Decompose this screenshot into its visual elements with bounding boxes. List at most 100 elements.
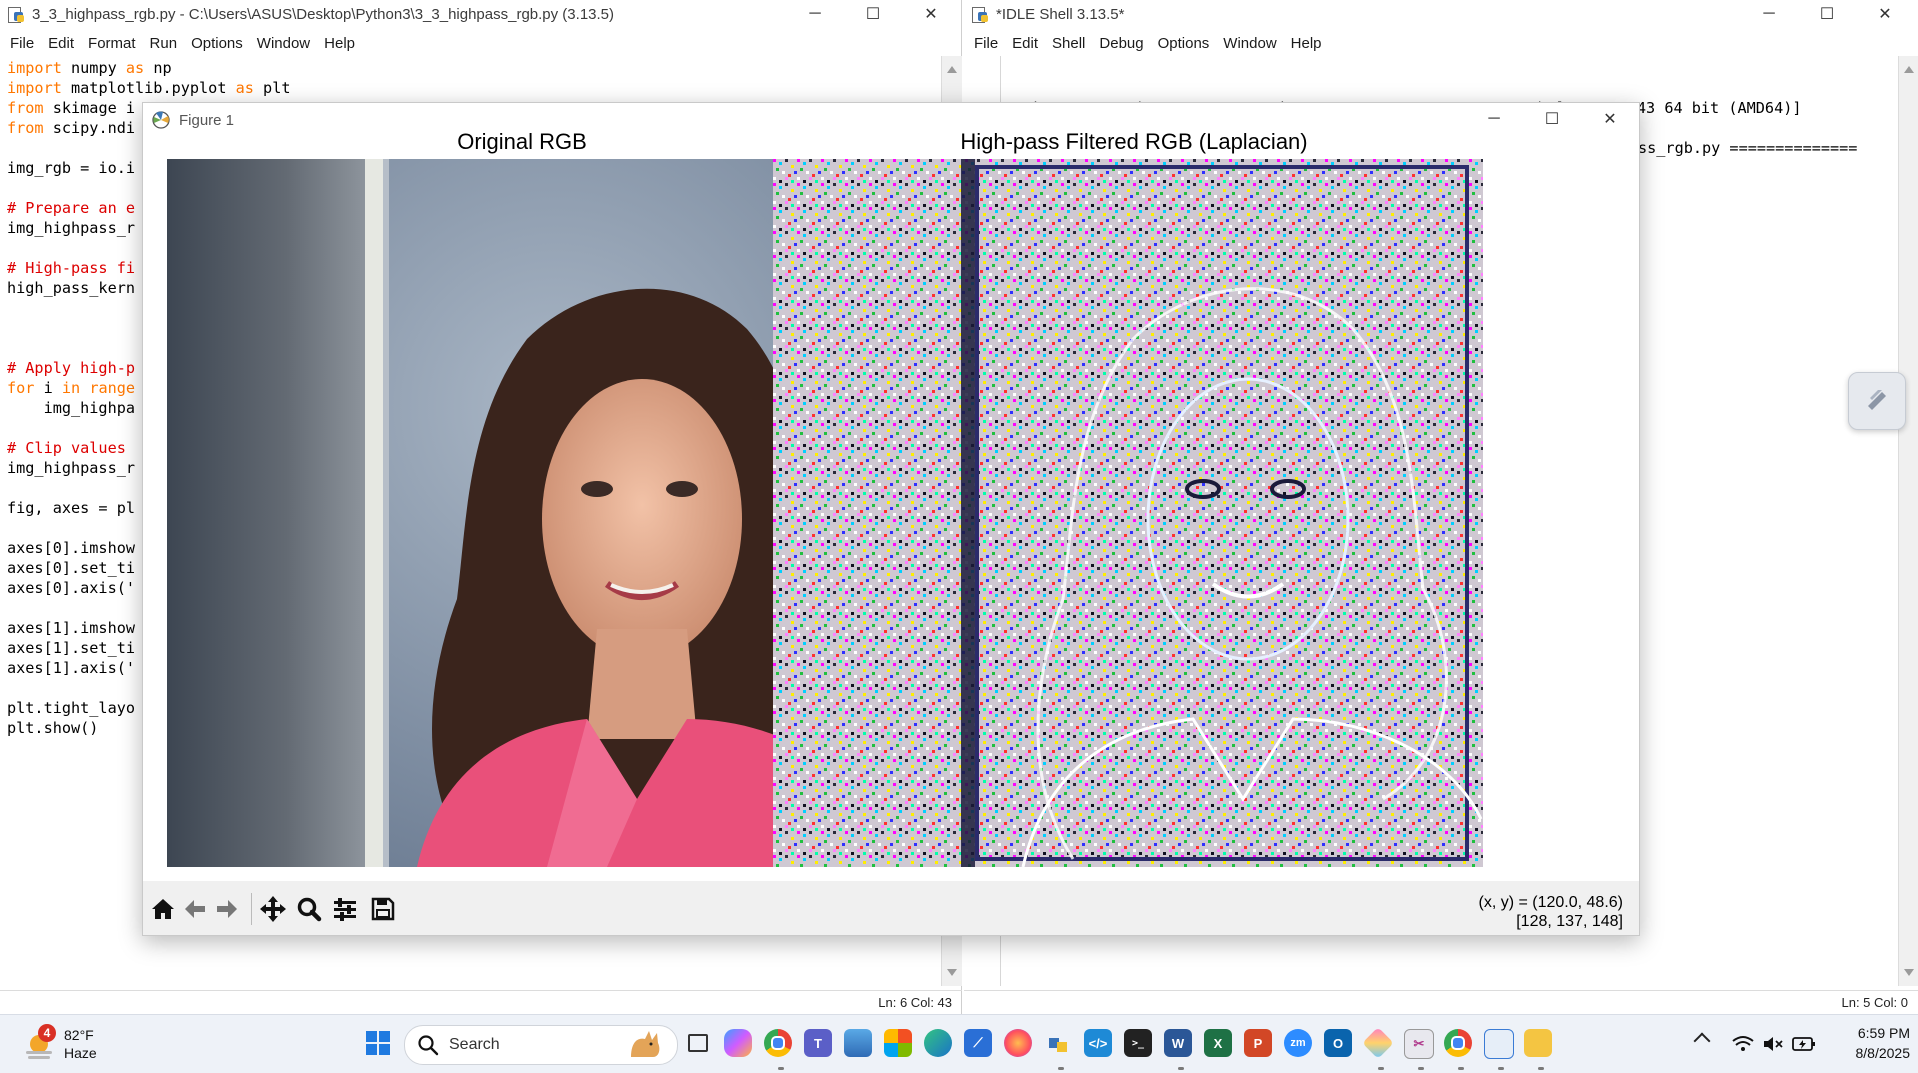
file-explorer-icon[interactable] [1524, 1029, 1552, 1057]
shell-window-controls: ─ ☐ ✕ [1740, 0, 1914, 28]
maximize-icon[interactable]: ☐ [1523, 105, 1581, 133]
shell-title: *IDLE Shell 3.13.5* [996, 5, 1125, 23]
code-token: plt.show() [7, 719, 99, 737]
editor-menu-window[interactable]: Window [257, 35, 310, 52]
maximize-icon[interactable]: ☐ [1798, 0, 1856, 28]
chrome-profile-icon[interactable] [1444, 1029, 1472, 1057]
code-token: as [125, 59, 145, 77]
zoom-app-icon[interactable]: zm [1284, 1029, 1312, 1057]
minimize-icon[interactable]: ─ [786, 0, 844, 28]
code-token: axes[1].set_ti [7, 639, 136, 657]
close-icon[interactable]: ✕ [902, 0, 960, 28]
figure-window: Figure 1 ─ ☐ ✕ Original RGB High-pass Fi… [142, 102, 1640, 936]
excel-icon[interactable]: X [1204, 1029, 1232, 1057]
home-icon[interactable] [147, 893, 179, 925]
scroll-down-icon[interactable] [947, 969, 957, 976]
image-viewer-icon[interactable] [1484, 1029, 1514, 1059]
code-token: # Prepare an e [7, 199, 136, 217]
volume-muted-icon[interactable] [1762, 1035, 1784, 1053]
code-token: for [7, 379, 35, 397]
idle-shell-icon [972, 5, 988, 23]
cursor-coordinates: (x, y) = (120.0, 48.6) [1478, 894, 1623, 911]
editor-status-text: Ln: 6 Col: 43 [878, 995, 952, 1010]
shell-menu-window[interactable]: Window [1223, 35, 1276, 52]
shell-scrollbar[interactable] [1898, 56, 1918, 986]
zoom-icon[interactable] [293, 893, 325, 925]
scroll-up-icon[interactable] [1904, 66, 1914, 73]
powerpoint-icon[interactable]: P [1244, 1029, 1272, 1057]
editor-menu-options[interactable]: Options [191, 35, 243, 52]
configure-icon[interactable] [329, 893, 361, 925]
shell-menu-shell[interactable]: Shell [1052, 35, 1085, 52]
terminal-icon[interactable]: >_ [1124, 1029, 1152, 1057]
editor-menu-format[interactable]: Format [88, 35, 136, 52]
highpass-rgb-image[interactable] [773, 159, 1483, 867]
close-icon[interactable]: ✕ [1581, 105, 1639, 133]
shell-menubar: File Edit Shell Debug Options Window Help [964, 32, 1918, 54]
app-diamond-icon[interactable] [1362, 1027, 1394, 1059]
editor-menu-edit[interactable]: Edit [48, 35, 74, 52]
editor-menu-help[interactable]: Help [324, 35, 355, 52]
shell-menu-edit[interactable]: Edit [1012, 35, 1038, 52]
remote-desktop-icon[interactable]: ⟋ [964, 1029, 992, 1057]
photos-icon[interactable] [844, 1029, 872, 1057]
tray-overflow-icon[interactable] [1693, 1032, 1711, 1050]
cat-highlight-icon [631, 1031, 660, 1057]
code-token: axes[1].imshow [7, 619, 136, 637]
start-button[interactable] [366, 1031, 390, 1055]
code-token: axes[0].axis(' [7, 579, 136, 597]
copilot-icon[interactable] [724, 1029, 752, 1057]
code-token: high_pass_kern [7, 279, 136, 297]
store-icon[interactable] [884, 1029, 912, 1057]
toolbar-separator [251, 893, 252, 925]
wifi-icon[interactable] [1732, 1035, 1754, 1053]
shell-menu-file[interactable]: File [974, 35, 998, 52]
forward-icon[interactable] [211, 893, 243, 925]
shell-menu-debug[interactable]: Debug [1099, 35, 1143, 52]
chrome-icon[interactable] [764, 1029, 792, 1057]
cursor-readout: (x, y) = (120.0, 48.6) [128, 137, 148] [1478, 893, 1623, 931]
teams-icon[interactable]: T [804, 1029, 832, 1057]
code-token: img_highpass_r [7, 459, 136, 477]
scroll-up-icon[interactable] [947, 66, 957, 73]
code-token: np [144, 59, 172, 77]
original-rgb-image[interactable] [167, 159, 875, 867]
firefox-icon[interactable] [1004, 1029, 1032, 1057]
editor-window-controls: ─ ☐ ✕ [786, 0, 960, 28]
edge-icon[interactable] [924, 1029, 952, 1057]
code-token: axes[1].axis(' [7, 659, 136, 677]
code-token: img_highpass_r [7, 219, 136, 237]
shell-menu-options[interactable]: Options [1158, 35, 1210, 52]
shell-menu-help[interactable]: Help [1291, 35, 1322, 52]
python-idle-icon[interactable] [1044, 1029, 1072, 1057]
minimize-icon[interactable]: ─ [1740, 0, 1798, 28]
scroll-down-icon[interactable] [1904, 969, 1914, 976]
code-token: img_rgb = io.i [7, 159, 136, 177]
floating-assistant-button[interactable] [1848, 372, 1906, 430]
taskbar-search[interactable]: Search [404, 1025, 678, 1065]
weather-temp: 82°F [64, 1027, 94, 1043]
editor-menu-file[interactable]: File [10, 35, 34, 52]
close-icon[interactable]: ✕ [1856, 0, 1914, 28]
code-token: from [7, 99, 44, 117]
vscode-icon[interactable]: </> [1084, 1029, 1112, 1057]
cursor-pixel-value: [128, 137, 148] [1516, 913, 1623, 930]
maximize-icon[interactable]: ☐ [844, 0, 902, 28]
word-icon[interactable]: W [1164, 1029, 1192, 1057]
code-token: axes[0].imshow [7, 539, 136, 557]
snipping-tool-icon[interactable]: ✂ [1404, 1029, 1434, 1059]
code-token: img_highpa [7, 399, 136, 417]
outlook-icon[interactable]: O [1324, 1029, 1352, 1057]
back-icon[interactable] [179, 893, 211, 925]
task-view-icon[interactable] [684, 1029, 712, 1057]
editor-menu-run[interactable]: Run [150, 35, 178, 52]
save-icon[interactable] [367, 893, 399, 925]
code-token: axes[0].set_ti [7, 559, 136, 577]
battery-charging-icon[interactable] [1792, 1036, 1816, 1052]
weather-widget[interactable]: 4 82°F Haze [20, 1023, 110, 1067]
code-token: plt [253, 79, 291, 97]
pan-icon[interactable] [257, 893, 289, 925]
clock[interactable]: 6:59 PM 8/8/2025 [1830, 1023, 1911, 1063]
code-token: # Clip values [7, 439, 136, 457]
